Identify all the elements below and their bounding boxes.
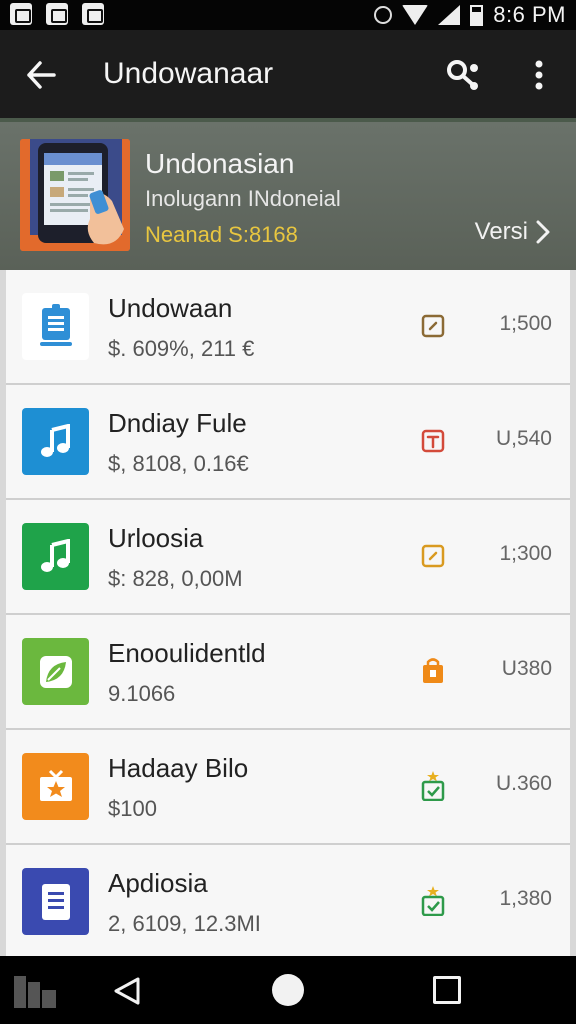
chevron-right-icon bbox=[536, 220, 550, 244]
version-link-label: Versi bbox=[474, 218, 528, 245]
star-check-icon[interactable] bbox=[420, 771, 446, 801]
star-box-icon bbox=[22, 753, 89, 820]
list-item[interactable]: Dndiay Fule $, 8108, 0.16€ U,540 bbox=[6, 385, 570, 500]
share-button[interactable] bbox=[440, 52, 486, 98]
featured-banner[interactable]: Undonasian Inolugann INdoneial Neanad S:… bbox=[0, 118, 576, 270]
lock-box-icon[interactable] bbox=[420, 657, 446, 685]
item-value: 1;500 bbox=[499, 312, 552, 335]
list-item[interactable]: Undowaan $. 609%, 211 € 1;500 bbox=[6, 270, 570, 385]
alarm-icon bbox=[374, 6, 393, 24]
page-title: Undowanaar bbox=[103, 57, 274, 90]
featured-app-image bbox=[20, 139, 130, 251]
share-icon bbox=[447, 60, 478, 90]
notification-icon bbox=[82, 3, 104, 25]
logo-icon bbox=[14, 972, 58, 1013]
item-value: U.360 bbox=[495, 772, 552, 795]
list-item[interactable]: Apdiosia 2, 6109, 12.3MI 1,380 bbox=[6, 845, 570, 960]
item-subtitle: $. 609%, 211 € bbox=[108, 336, 255, 361]
notification-icon bbox=[46, 3, 68, 25]
item-subtitle: $100 bbox=[108, 796, 157, 821]
item-subtitle: $: 828, 0,00M bbox=[108, 566, 243, 591]
system-nav-bar bbox=[0, 956, 576, 1024]
square-t-icon[interactable] bbox=[420, 427, 446, 455]
tablet-illustration-icon bbox=[20, 139, 130, 251]
star-check-icon[interactable] bbox=[420, 886, 446, 916]
item-value: U,540 bbox=[495, 427, 552, 450]
notification-icon bbox=[10, 3, 32, 25]
item-title: Apdiosia bbox=[108, 868, 208, 898]
nav-back-button[interactable] bbox=[112, 976, 142, 1011]
signal-icon bbox=[438, 5, 461, 25]
battery-icon bbox=[470, 4, 484, 26]
item-value: U380 bbox=[501, 657, 552, 680]
back-button[interactable] bbox=[20, 54, 62, 96]
item-title: Undowaan bbox=[108, 293, 233, 323]
status-bar: 8:6 PM bbox=[0, 0, 576, 30]
more-vert-icon bbox=[535, 60, 543, 90]
music-note-icon bbox=[22, 523, 89, 590]
arrow-left-icon bbox=[27, 61, 56, 89]
item-subtitle: 9.1066 bbox=[108, 681, 176, 706]
nav-recents-button[interactable] bbox=[433, 976, 461, 1004]
list-item[interactable]: Urloosia $: 828, 0,00M 1;300 bbox=[6, 500, 570, 615]
item-title: Urloosia bbox=[108, 523, 204, 553]
version-link[interactable]: Versi bbox=[475, 218, 550, 246]
square-arrow-icon[interactable] bbox=[420, 542, 446, 570]
item-subtitle: 2, 6109, 12.3MI bbox=[108, 911, 261, 936]
wifi-icon bbox=[402, 5, 429, 25]
status-time: 8:6 PM bbox=[493, 2, 566, 27]
item-value: 1,380 bbox=[499, 887, 552, 910]
nav-home-button[interactable] bbox=[272, 974, 304, 1006]
item-subtitle: $, 8108, 0.16€ bbox=[108, 451, 249, 476]
leaf-icon bbox=[22, 638, 89, 705]
item-title: Enooulidentld bbox=[108, 638, 266, 668]
music-note-icon bbox=[22, 408, 89, 475]
list-item[interactable]: Enooulidentld 9.1066 U380 bbox=[6, 615, 570, 730]
item-title: Hadaay Bilo bbox=[108, 753, 249, 783]
more-options-button[interactable] bbox=[522, 52, 556, 98]
document-icon bbox=[22, 293, 89, 360]
app-bar: Undowanaar bbox=[0, 30, 576, 118]
app-list: Undowaan $. 609%, 211 € 1;500 Dndiay Ful… bbox=[6, 270, 570, 960]
document-icon bbox=[22, 868, 89, 935]
list-item[interactable]: Hadaay Bilo $100 U.360 bbox=[6, 730, 570, 845]
square-arrow-icon[interactable] bbox=[420, 312, 446, 340]
item-title: Dndiay Fule bbox=[108, 408, 247, 438]
banner-subtitle: Inolugann INdoneial bbox=[145, 186, 341, 211]
banner-meta: Neanad S:8168 bbox=[145, 222, 298, 247]
triangle-back-icon bbox=[114, 977, 140, 1005]
item-value: 1;300 bbox=[499, 542, 552, 565]
banner-title: Undonasian bbox=[145, 148, 295, 179]
